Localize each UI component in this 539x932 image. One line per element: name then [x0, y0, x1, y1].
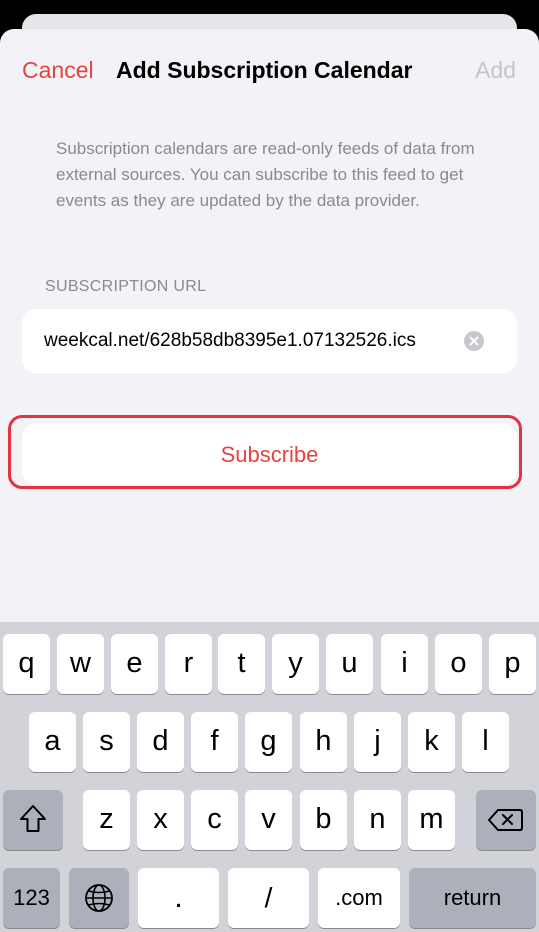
- globe-key[interactable]: [69, 868, 129, 928]
- clear-icon[interactable]: [464, 331, 484, 351]
- add-button[interactable]: Add: [475, 57, 516, 83]
- key-x[interactable]: x: [137, 790, 184, 850]
- url-input[interactable]: weekcal.net/628b58db8395e1.07132526.ics: [44, 330, 464, 352]
- key-v[interactable]: v: [245, 790, 292, 850]
- key-r[interactable]: r: [165, 634, 212, 694]
- shift-key[interactable]: [3, 790, 63, 850]
- key-i[interactable]: i: [381, 634, 428, 694]
- return-key[interactable]: return: [409, 868, 536, 928]
- key-s[interactable]: s: [83, 712, 130, 772]
- key-f[interactable]: f: [191, 712, 238, 772]
- delete-key[interactable]: [476, 790, 536, 850]
- key-t[interactable]: t: [218, 634, 265, 694]
- description-text: Subscription calendars are read-only fee…: [56, 139, 475, 210]
- key-o[interactable]: o: [435, 634, 482, 694]
- section-header-subscription-url: SUBSCRIPTION URL: [45, 278, 207, 295]
- key-q[interactable]: q: [3, 634, 50, 694]
- slash-key[interactable]: /: [228, 868, 309, 928]
- delete-icon: [488, 809, 523, 831]
- key-m[interactable]: m: [408, 790, 455, 850]
- cancel-button[interactable]: Cancel: [22, 57, 94, 83]
- key-h[interactable]: h: [300, 712, 347, 772]
- key-j[interactable]: j: [354, 712, 401, 772]
- key-c[interactable]: c: [191, 790, 238, 850]
- key-p[interactable]: p: [489, 634, 536, 694]
- key-n[interactable]: n: [354, 790, 401, 850]
- shift-icon: [20, 805, 46, 832]
- subscribe-highlight-outline: [8, 415, 522, 489]
- key-w[interactable]: w: [57, 634, 104, 694]
- key-l[interactable]: l: [462, 712, 509, 772]
- key-e[interactable]: e: [111, 634, 158, 694]
- key-y[interactable]: y: [272, 634, 319, 694]
- numbers-key[interactable]: 123: [3, 868, 60, 928]
- dot-key[interactable]: .: [138, 868, 219, 928]
- dotcom-key[interactable]: .com: [318, 868, 400, 928]
- page-title: Add Subscription Calendar: [116, 57, 413, 83]
- key-a[interactable]: a: [29, 712, 76, 772]
- screen: Cancel Add Subscription Calendar Add Sub…: [0, 0, 539, 932]
- key-z[interactable]: z: [83, 790, 130, 850]
- keyboard: q w e r t y u i o p a s d f g h j k l z …: [0, 622, 539, 932]
- navigation-bar: Cancel Add Subscription Calendar Add: [0, 29, 539, 111]
- key-b[interactable]: b: [300, 790, 347, 850]
- key-k[interactable]: k: [408, 712, 455, 772]
- key-u[interactable]: u: [326, 634, 373, 694]
- globe-icon: [85, 884, 113, 912]
- url-field[interactable]: weekcal.net/628b58db8395e1.07132526.ics: [22, 309, 517, 373]
- key-d[interactable]: d: [137, 712, 184, 772]
- key-g[interactable]: g: [245, 712, 292, 772]
